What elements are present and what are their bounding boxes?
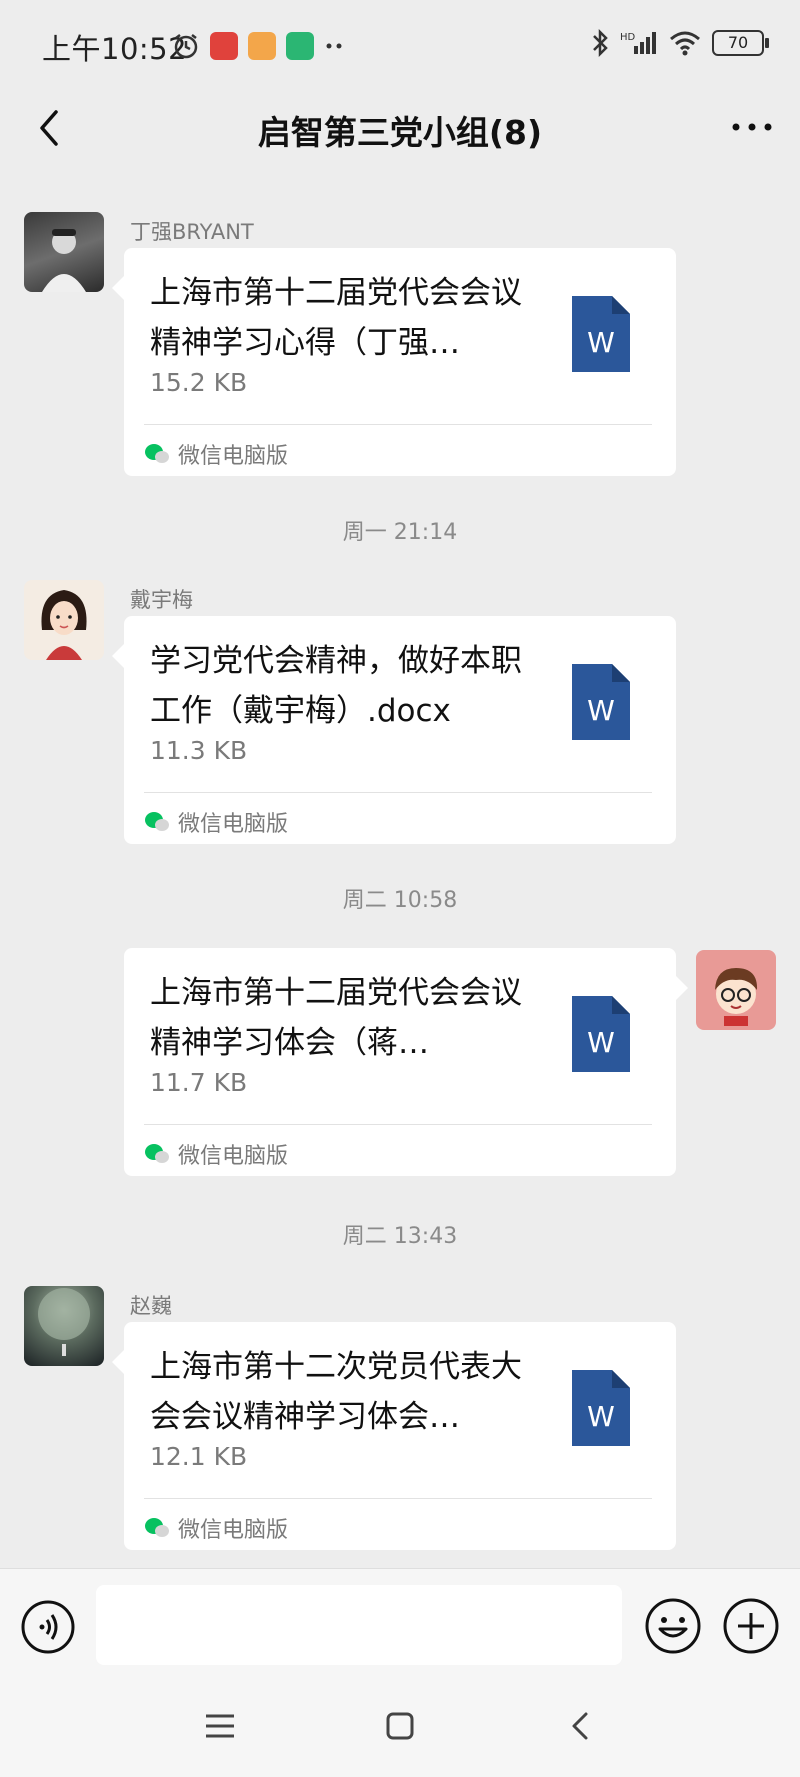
wechat-icon [145,812,169,831]
timestamp: 周一 21:14 [342,520,458,545]
input-bar [0,1568,800,1687]
bubble-footer: 微信电脑版 [144,436,288,472]
sender-name: 赵巍 [130,1294,172,1318]
plus-icon[interactable] [722,1597,780,1655]
bluetooth-icon [593,28,608,58]
avatar[interactable] [24,212,104,292]
bubble-footer: 微信电脑版 [144,804,288,840]
system-navigation-bar [0,1686,800,1777]
avatar[interactable] [24,580,104,660]
more-horizontal-icon[interactable] [722,102,782,152]
wifi-icon [670,31,700,56]
message-input[interactable] [96,1585,622,1665]
file-name: 上海市第十二次党员代表大会会议精神学习体会… [150,1349,522,1435]
sender-name: 戴宇梅 [130,588,193,612]
emoji-icon[interactable] [644,1597,702,1655]
bubble-divider [144,792,652,793]
wechat-icon [145,1144,169,1163]
home-icon[interactable] [380,1706,420,1746]
app-icon-orange [248,32,276,60]
file-message-bubble[interactable]: 学习党代会精神，做好本职工作（戴宇梅）.docx 11.3 KB W 微信电脑版 [112,616,676,844]
menu-icon[interactable] [200,1706,240,1746]
bubble-footer: 微信电脑版 [144,1136,288,1172]
source-label: 微信电脑版 [178,1144,289,1169]
status-icons-left [172,28,346,64]
svg-text:W: W [587,326,615,359]
status-time: 上午10:52 [42,32,188,66]
chat-messages[interactable]: 丁强BRYANT 上海市第十二届党代会会议精神学习心得（丁强… 15.2 KB … [0,168,800,1568]
sender-name: 丁强BRYANT [130,220,254,244]
word-doc-icon: W [572,996,630,1072]
chat-header: 启智第三党小组(8) [0,92,800,168]
timestamp: 周二 13:43 [342,1224,458,1249]
alarm-icon [174,34,198,59]
person-photo-icon [42,229,86,292]
app-icon-red [210,32,238,60]
svg-text:W: W [587,1400,615,1433]
file-name: 学习党代会精神，做好本职工作（戴宇梅）.docx [150,643,522,729]
file-message-bubble[interactable]: 上海市第十二次党员代表大会会议精神学习体会… 12.1 KB W 微信电脑版 [112,1322,676,1550]
bubble-divider [144,424,652,425]
source-label: 微信电脑版 [178,1518,289,1543]
girl-avatar-icon [41,590,87,660]
file-size: 11.3 KB [150,736,248,765]
chat-title[interactable]: 启智第三党小组(8) [0,106,800,154]
source-label: 微信电脑版 [178,812,289,837]
file-message-bubble[interactable]: 上海市第十二届党代会会议精神学习体会（蒋… 11.7 KB W 微信电脑版 [124,948,688,1176]
bubble-footer: 微信电脑版 [144,1510,288,1546]
wechat-icon [145,444,169,463]
status-icons-right: HD 70 [590,28,769,58]
file-size: 12.1 KB [150,1442,248,1471]
voice-icon[interactable] [20,1599,76,1655]
svg-text:W: W [587,1026,615,1059]
back-icon[interactable] [560,1706,600,1746]
more-dots-icon [326,43,342,49]
file-name: 上海市第十二届党代会会议精神学习体会（蒋… [150,975,522,1061]
planet-avatar-icon [38,1288,90,1356]
word-doc-icon: W [572,296,630,372]
file-message-bubble[interactable]: 上海市第十二届党代会会议精神学习心得（丁强… 15.2 KB W 微信电脑版 [112,248,676,476]
avatar[interactable] [696,950,776,1030]
wechat-icon [145,1518,169,1537]
file-name: 上海市第十二届党代会会议精神学习心得（丁强… [150,275,522,361]
battery-icon: 70 [712,30,769,56]
file-size: 11.7 KB [150,1068,248,1097]
source-label: 微信电脑版 [178,444,289,469]
avatar[interactable] [24,1286,104,1366]
cartoon-avatar-icon [715,968,758,1026]
word-doc-icon: W [572,1370,630,1446]
word-doc-icon: W [572,664,630,740]
home-app-icon [286,32,314,60]
svg-text:W: W [587,694,615,727]
signal-icon: HD [620,32,656,54]
bubble-divider [144,1124,652,1125]
svg-text:HD: HD [620,32,636,43]
status-bar: 上午10:52 HD 70 [0,0,800,92]
timestamp: 周二 10:58 [342,888,458,913]
bubble-divider [144,1498,652,1499]
file-size: 15.2 KB [150,368,248,397]
